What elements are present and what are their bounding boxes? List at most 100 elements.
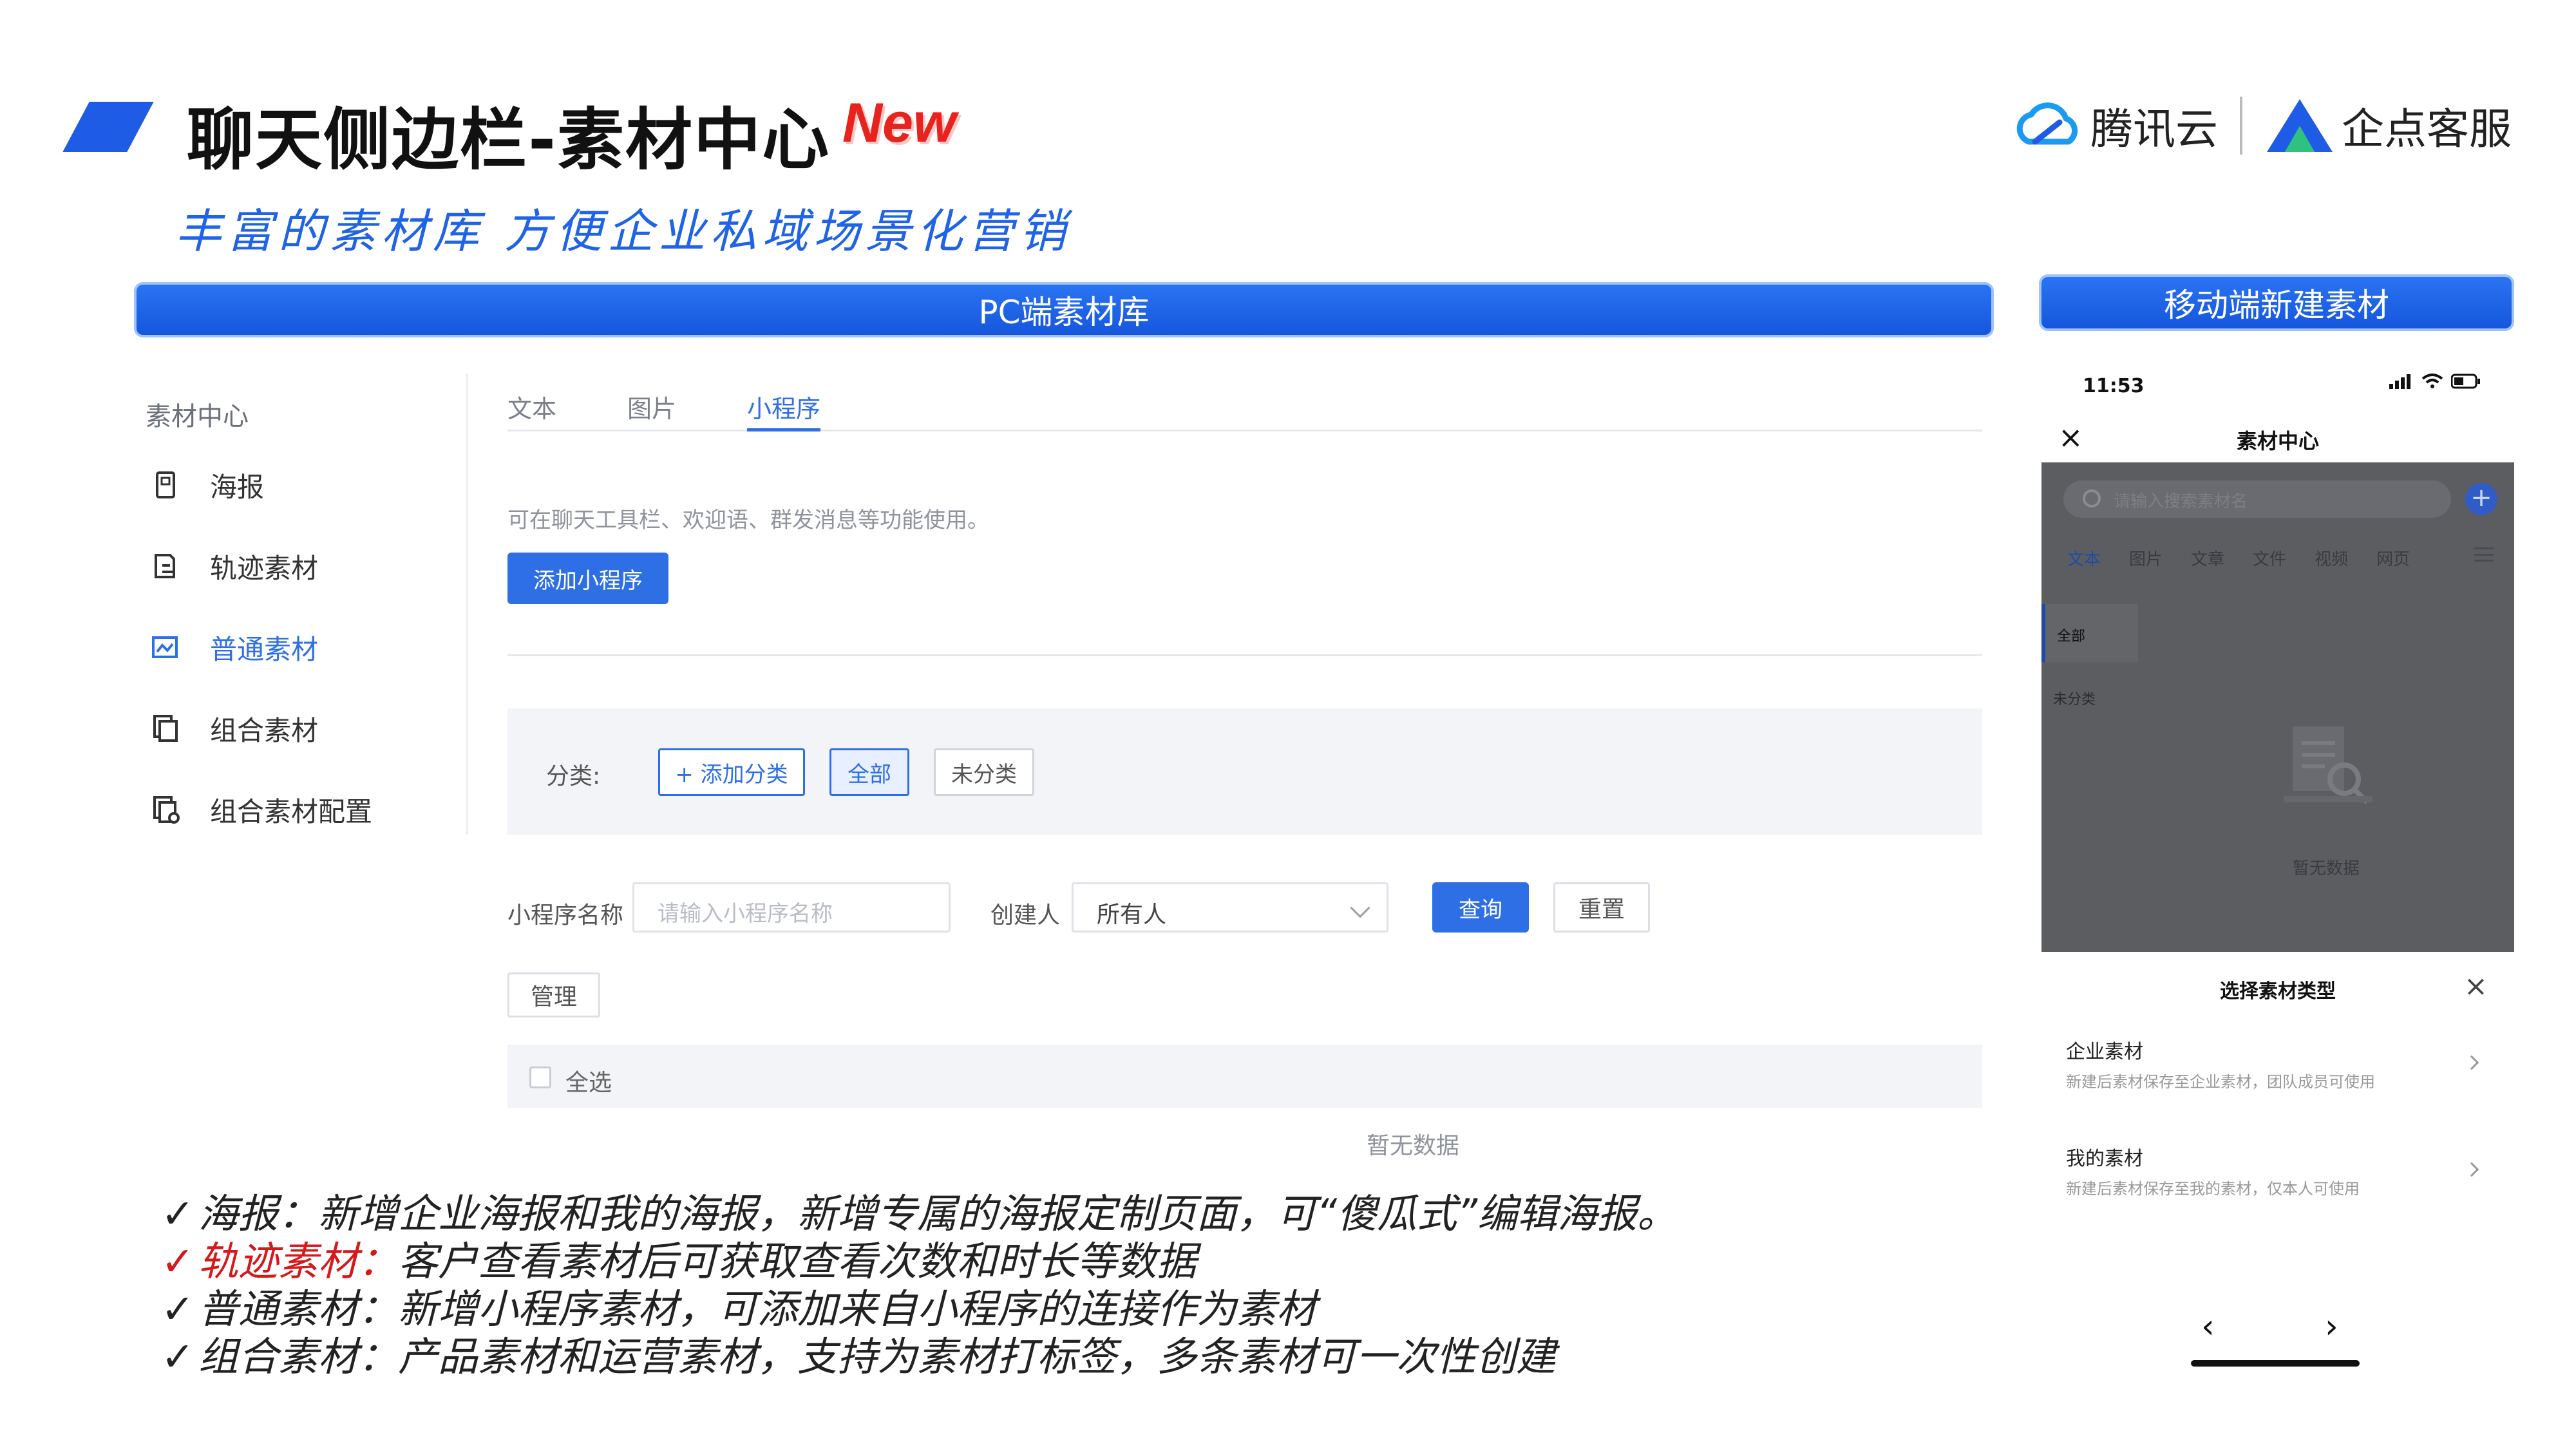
mobile-tab-webpage[interactable]: 网页 [2376,546,2410,570]
mini-program-name-input[interactable]: 请输入小程序名称 [632,882,951,933]
reset-button[interactable]: 重置 [1553,882,1650,933]
mobile-search-input[interactable]: 请输入搜索素材名 [2063,480,2451,518]
poster-icon [156,471,175,498]
mobile-tab-text[interactable]: 文本 [2067,546,2101,570]
bullet-normal-material: ✓普通素材：新增小程序素材，可添加来自小程序的连接作为素材 [161,1285,1677,1333]
tab-image[interactable]: 图片 [627,380,676,430]
option-title: 企业素材 [2066,1041,2143,1063]
chevron-down-icon [1350,898,1370,918]
back-arrow-icon[interactable]: ‹ [2201,1307,2215,1346]
search-button[interactable]: 查询 [1432,882,1529,933]
title-accent-bar [62,102,154,152]
bullet-lead: 轨迹素材： [198,1238,398,1285]
creator-select[interactable]: 所有人 [1072,882,1388,933]
pc-sidebar-nav: 海报 轨迹素材 普通素材 组合素材 组合素材配置 [137,444,459,850]
bullet-lead: 组合素材： [198,1333,398,1380]
forward-arrow-icon[interactable]: › [2325,1307,2338,1346]
pc-sidebar-divider [466,374,468,835]
slide-title: 聊天侧边栏-素材中心 [187,100,831,179]
track-icon [155,554,175,578]
combo-config-icon [153,796,180,824]
check-icon: ✓ [161,1190,194,1237]
mobile-empty-state: 暂无数据 [2293,859,2360,878]
bullet-track-material: ✓轨迹素材：客户查看素材后可获取查看次数和时长等数据 [161,1238,1677,1285]
sidebar-item-label: 组合素材配置 [210,795,373,828]
qidian-name: 企点客服 [2342,104,2512,154]
mobile-section-banner: 移动端新建素材 [2041,277,2512,328]
brand-logos: 腾讯云 企点客服 [2009,90,2512,161]
tab-text[interactable]: 文本 [507,380,556,430]
pc-material-library: 素材中心 海报 轨迹素材 普通素材 组合素材 组合素材配置 文本 图片 小程序 … [137,367,1991,1179]
combo-icon [153,715,178,742]
chevron-right-icon [2464,1162,2479,1177]
menu-icon[interactable] [2474,547,2494,562]
dimmed-background-page: 请输入搜索素材名 + 文本 图片 文章 文件 视频 网页 全部 未分类 暂无数据 [2041,462,2514,952]
creator-label: 创建人 [990,902,1061,929]
check-icon: ✓ [161,1333,194,1380]
add-mini-program-button[interactable]: 添加小程序 [507,553,668,604]
mobile-tab-article[interactable]: 文章 [2191,546,2224,570]
sidebar-item-combo-config[interactable]: 组合素材配置 [137,769,459,850]
sidebar-item-normal-material[interactable]: 普通素材 [137,607,459,688]
sidebar-item-track[interactable]: 轨迹素材 [137,526,459,607]
normal-material-icon [152,636,178,658]
select-all-checkbox[interactable] [529,1066,551,1088]
wifi-icon [2421,374,2443,388]
check-icon: ✓ [161,1285,194,1332]
bullet-poster: ✓海报：新增企业海报和我的海报，新增专属的海报定制页面，可“傻瓜式”编辑海报。 [161,1190,1677,1238]
mobile-page-title: 素材中心 [2236,429,2319,453]
status-bar-time: 11:53 [2083,375,2145,397]
sidebar-item-poster[interactable]: 海报 [137,444,459,526]
add-category-button[interactable]: + 添加分类 [658,748,805,796]
category-uncategorized-chip[interactable]: 未分类 [934,748,1034,796]
sidebar-item-label: 海报 [210,471,265,503]
sidebar-item-label: 组合素材 [210,714,319,746]
qidian-logo-icon [2267,99,2333,152]
slide-subtitle: 丰富的素材库 方便企业私域场景化营销 [175,204,1071,258]
bullet-lead: 普通素材： [198,1285,398,1332]
bullet-text: 新增小程序素材，可添加来自小程序的连接作为素材 [397,1285,1316,1332]
sidebar-item-label: 普通素材 [210,633,319,665]
sheet-close-icon[interactable]: × [2464,970,2488,1003]
mobile-tab-image[interactable]: 图片 [2129,546,2163,570]
pc-section-banner: PC端素材库 [137,285,1991,335]
mobile-tab-file[interactable]: 文件 [2253,546,2286,570]
tencent-cloud-logo-icon [2016,102,2078,145]
mobile-phone-mock: 11:53 × 素材中心 请输入搜索素材名 + 文本 图片 文章 文件 视频 网… [2041,354,2514,1378]
bullet-lead: 海报： [198,1190,318,1237]
sidebar-item-combo[interactable]: 组合素材 [137,688,459,769]
status-bar-icons [2388,374,2481,389]
new-badge: New [842,92,956,154]
home-indicator [2191,1360,2360,1367]
pc-usage-hint: 可在聊天工具栏、欢迎语、群发消息等功能使用。 [507,507,989,533]
table-header: 全选 [507,1045,1982,1108]
option-desc: 新建后素材保存至企业素材，团队成员可使用 [2066,1073,2375,1091]
battery-icon [2451,374,2480,389]
logo-separator [2240,97,2242,155]
pc-tab-bar: 文本 图片 小程序 [507,380,1982,431]
feature-bullet-list: ✓海报：新增企业海报和我的海报，新增专属的海报定制页面，可“傻瓜式”编辑海报。 … [161,1190,1677,1381]
category-all-chip[interactable]: 全部 [829,748,909,796]
mini-program-name-label: 小程序名称 [507,902,624,929]
mobile-category-all[interactable]: 全部 [2041,604,2138,662]
sheet-title: 选择素材类型 [2220,980,2336,1003]
mobile-tab-video[interactable]: 视频 [2315,546,2348,570]
pc-empty-state: 暂无数据 [1367,1133,1460,1159]
creator-select-value: 所有人 [1097,902,1167,928]
pc-content-divider [507,654,1982,656]
option-desc: 新建后素材保存至我的素材，仅本人可使用 [2066,1180,2360,1198]
select-all-label: 全选 [565,1070,612,1096]
manage-button[interactable]: 管理 [507,972,600,1018]
empty-document-icon [2284,726,2372,804]
pc-sidebar-title: 素材中心 [146,402,249,431]
mobile-category-uncategorized[interactable]: 未分类 [2053,688,2096,708]
add-material-icon[interactable]: + [2465,483,2497,515]
signal-icon [2389,374,2410,389]
bullet-text: 产品素材和运营素材，支持为素材打标签，多条素材可一次性创建 [397,1333,1556,1380]
mobile-tab-bar: 文本 图片 文章 文件 视频 网页 [2067,546,2410,570]
category-filter-panel: 分类: + 添加分类 全部 未分类 [507,708,1982,835]
option-enterprise-material[interactable]: 企业素材 新建后素材保存至企业素材，团队成员可使用 [2066,1018,2491,1114]
tab-mini-program[interactable]: 小程序 [747,380,821,431]
option-my-material[interactable]: 我的素材 新建后素材保存至我的素材，仅本人可使用 [2066,1124,2491,1221]
chevron-right-icon [2464,1055,2479,1070]
